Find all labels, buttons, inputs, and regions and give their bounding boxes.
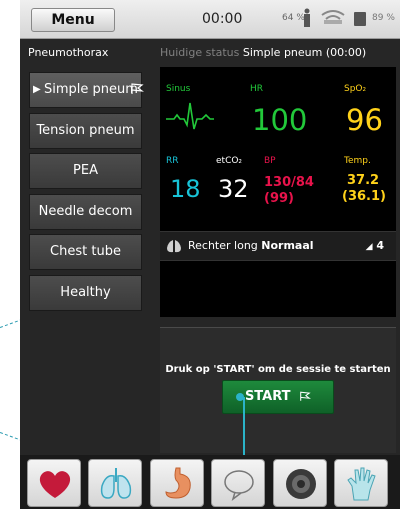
bottom-toolbar [20, 455, 400, 509]
start-panel: Druk op 'START' om de sessie te starten … [160, 327, 396, 453]
lung-level-value: 4 [376, 239, 384, 252]
ecg-waveform-icon [166, 102, 214, 130]
heart-button[interactable] [27, 459, 81, 507]
etco2-label: etCO₂ [216, 156, 243, 166]
current-status-value: Simple pneum (00:00) [242, 46, 367, 59]
signal-icon: ◢ [365, 242, 373, 252]
battery-percent-right: 89 % [372, 13, 395, 23]
rhythm-label: Sinus [166, 84, 191, 94]
lung-side-label: Rechter long [188, 239, 258, 252]
scenario-simple-pneum[interactable]: ▶ Simple pneum [29, 72, 144, 108]
sound-button[interactable] [273, 459, 327, 507]
speech-button[interactable] [211, 459, 265, 507]
stomach-button[interactable] [150, 459, 204, 507]
scenario-label: Tension pneum [36, 123, 135, 138]
flag-icon [300, 391, 312, 401]
spo2-label: SpO₂ [344, 84, 367, 94]
scenario-chest-tube[interactable]: Chest tube [29, 234, 142, 270]
vitals-monitor: Sinus HR 100 SpO₂ 96 RR 18 etCO₂ 32 BP 1… [160, 67, 396, 317]
scenario-label: Simple pneum [44, 82, 138, 97]
lungs-icon [167, 240, 181, 253]
wifi-icon [321, 10, 345, 24]
scenario-label: Healthy [60, 285, 111, 300]
bp-mean: (99) [264, 191, 294, 206]
lung-state: Normaal [261, 239, 314, 252]
lungs-icon [100, 468, 132, 499]
stomach-icon [165, 467, 191, 499]
start-button-label: START [244, 389, 291, 404]
glove-button[interactable] [334, 459, 388, 507]
status-bar: Menu 00:00 64 % 89 % [20, 0, 400, 39]
start-message: Druk op 'START' om de sessie te starten [165, 364, 391, 375]
temp-value: 37.2 [347, 173, 380, 188]
scenario-label: PEA [73, 163, 98, 178]
scenario-needle-decom[interactable]: Needle decom [29, 194, 142, 230]
start-button[interactable]: START [222, 380, 334, 414]
spo2-value: 96 [346, 103, 383, 137]
scenario-healthy[interactable]: Healthy [29, 275, 142, 311]
speech-bubble-icon [224, 470, 254, 501]
etco2-value: 32 [218, 175, 249, 203]
glove-icon [347, 467, 376, 501]
lung-status-row: Rechter long Normaal ◢ 4 [160, 231, 396, 261]
scenario-title: Pneumothorax [28, 46, 109, 59]
scenario-tension-pneum[interactable]: Tension pneum [29, 113, 142, 149]
rr-label: RR [166, 156, 179, 166]
scenario-label: Needle decom [38, 204, 133, 219]
bp-value: 130/84 [264, 175, 314, 190]
play-indicator-icon: ▶ [33, 84, 41, 95]
hr-value: 100 [252, 103, 308, 137]
current-status: Huidige status Simple pneum (00:00) [160, 46, 366, 59]
mannequin-icon [304, 8, 310, 27]
clock: 00:00 [202, 11, 243, 27]
flag-icon [131, 83, 144, 94]
temp-label: Temp. [344, 156, 371, 166]
bp-label: BP [264, 156, 276, 166]
temp-sub: (36.1) [342, 189, 386, 204]
speaker-icon [286, 469, 316, 499]
hr-label: HR [250, 84, 264, 94]
battery-icon [354, 12, 366, 26]
app-window: Menu 00:00 64 % 89 % Pneumothorax Huidig… [20, 0, 400, 509]
lung-status-text: Rechter long Normaal [188, 239, 314, 252]
current-status-label: Huidige status [160, 46, 240, 59]
heart-icon [39, 471, 71, 498]
rr-value: 18 [170, 175, 201, 203]
menu-button[interactable]: Menu [31, 8, 115, 32]
scenario-label: Chest tube [50, 244, 121, 259]
lung-level: ◢ 4 [366, 239, 384, 252]
scenario-pea[interactable]: PEA [29, 153, 142, 189]
lungs-button[interactable] [88, 459, 142, 507]
